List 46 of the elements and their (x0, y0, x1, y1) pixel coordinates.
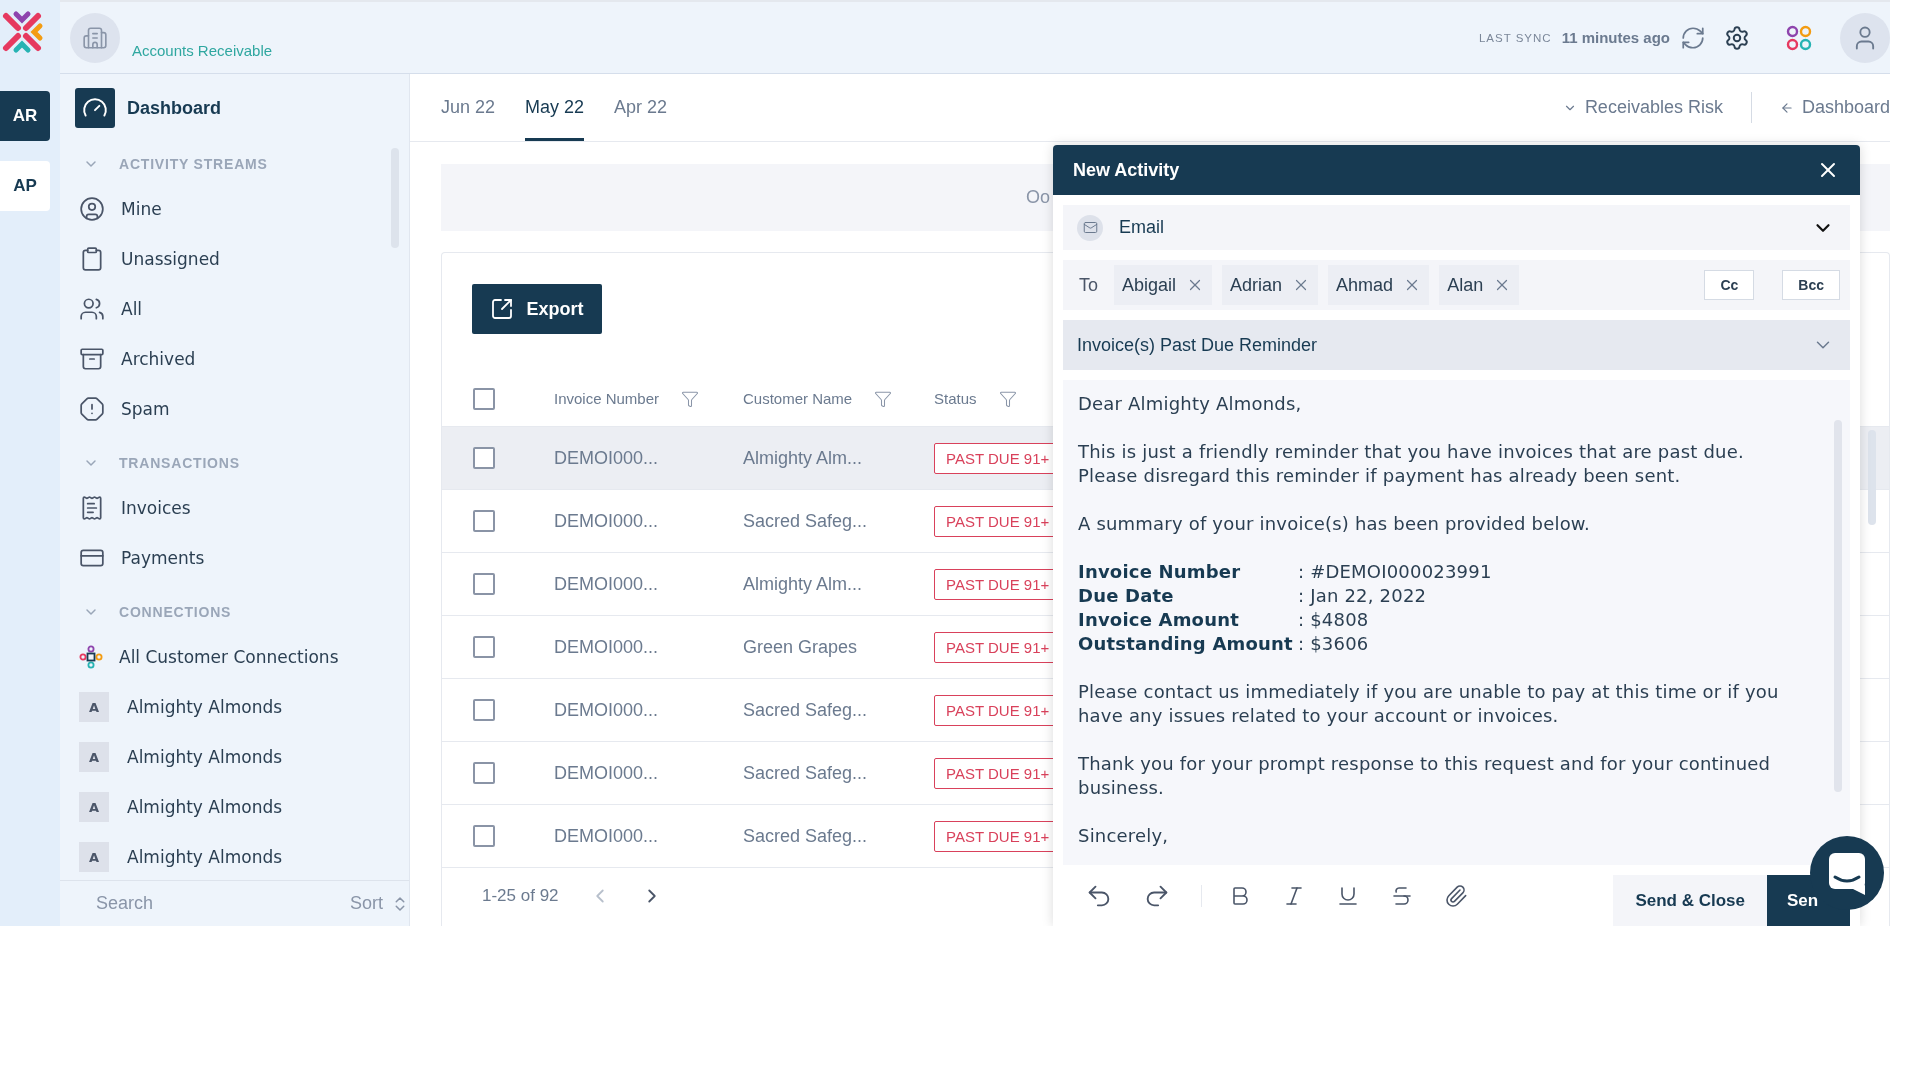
table-cell-text: Almighty Alm... (743, 447, 864, 469)
sync-label: LAST SYNC (1478, 31, 1552, 44)
recipient-name: Abigail (1122, 274, 1177, 296)
table-cell-text: DEMOI000... (554, 447, 660, 469)
module-name: Accounts Receivable (132, 42, 273, 59)
email-paragraph: This is just a friendly reminder that you have invoices that are past due. Please disregard this reminder if payment has already been sent. (1078, 440, 1745, 488)
recipient-name: Adrian (1230, 274, 1283, 296)
summary-label: Invoice Amount (1078, 608, 1240, 632)
email-paragraph: Sincerely, (1078, 824, 1170, 848)
table-cell-text: Sacred Safeg... (743, 762, 869, 784)
table-cell-text: Sacred Safeg... (743, 699, 869, 721)
summary-label: Outstanding Amount (1078, 632, 1294, 656)
table-cell-text: DEMOI000... (554, 510, 660, 532)
table-cell-text: Sacred Safeg... (743, 510, 869, 532)
email-paragraph: Dear Almighty Almonds, (1078, 392, 1303, 416)
table-cell-text: Sacred Safeg... (743, 825, 869, 847)
email-paragraph: Please contact us immediately if you are unable to pay at this time or if you have any issues related to your account or invoices. (1078, 680, 1780, 728)
avatar-letter: A (79, 742, 109, 772)
dialog-title: New Activity (1073, 159, 1180, 181)
summary-value: : Jan 22, 2022 (1298, 584, 1428, 608)
recipient-name: Alan (1447, 274, 1484, 296)
summary-label: Due Date (1078, 584, 1175, 608)
table-cell-text: Green Grapes (743, 636, 859, 658)
summary-value: : $4808 (1298, 608, 1370, 632)
to-label: To (1079, 274, 1098, 296)
pagination-text: 1-25 of 92 (482, 885, 559, 906)
table-cell-text: DEMOI000... (554, 825, 660, 847)
column-header: Invoice Number (554, 390, 660, 407)
column-header: Status (934, 390, 977, 407)
summary-label: Invoice Number (1078, 560, 1242, 584)
table-cell-text: Almighty Alm... (743, 573, 864, 595)
sync-time: 11 minutes ago (1561, 29, 1670, 46)
avatar-letter: A (79, 792, 109, 822)
banner-text: Oo (1026, 187, 1050, 208)
avatar-letter: A (79, 692, 109, 722)
email-paragraph: Thank you for your prompt response to this request and for your continued business. (1078, 752, 1772, 800)
summary-value: : #DEMOI000023991 (1298, 560, 1493, 584)
summary-value: : $3606 (1298, 632, 1370, 656)
recipient-name: Ahmad (1336, 274, 1394, 296)
avatar-letter: A (79, 842, 109, 872)
table-cell-text: DEMOI000... (554, 699, 660, 721)
table-cell-text: DEMOI000... (554, 762, 660, 784)
table-cell-text: DEMOI000... (554, 573, 660, 595)
table-cell-text: DEMOI000... (554, 636, 660, 658)
column-header: Customer Name (743, 390, 853, 407)
email-paragraph: A summary of your invoice(s) has been provided below. (1078, 512, 1592, 536)
